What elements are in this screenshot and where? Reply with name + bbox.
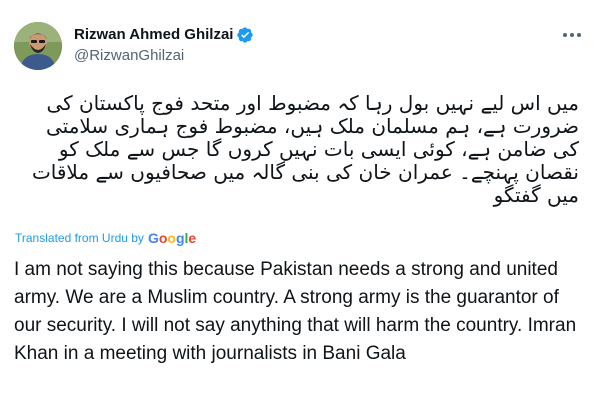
author-name-row: Rizwan Ahmed Ghilzai <box>74 25 254 45</box>
more-options-icon <box>563 33 581 37</box>
google-logo: Google <box>148 230 196 246</box>
more-options-button[interactable] <box>561 26 583 44</box>
translation-attribution[interactable]: Translated from Urdu by Google <box>15 230 196 246</box>
google-logo-letter: e <box>188 230 197 246</box>
tweet-card: Rizwan Ahmed Ghilzai @RizwanGhilzai میں … <box>0 0 597 402</box>
author-display-name[interactable]: Rizwan Ahmed Ghilzai <box>74 25 233 45</box>
tweet-original-text: میں اس لیے نہیں بول رہا کہ مضبوط اور متح… <box>31 91 579 207</box>
google-logo-letter: G <box>147 230 159 246</box>
author-handle[interactable]: @RizwanGhilzai <box>74 46 184 66</box>
avatar[interactable] <box>14 22 62 70</box>
google-logo-letter: o <box>167 230 176 246</box>
verified-badge-icon <box>236 26 254 44</box>
avatar-image <box>14 22 62 70</box>
translation-label: Translated from Urdu by <box>15 231 144 245</box>
tweet-translated-text: I am not saying this because Pakistan ne… <box>14 259 577 364</box>
google-logo-letter: g <box>175 230 185 246</box>
